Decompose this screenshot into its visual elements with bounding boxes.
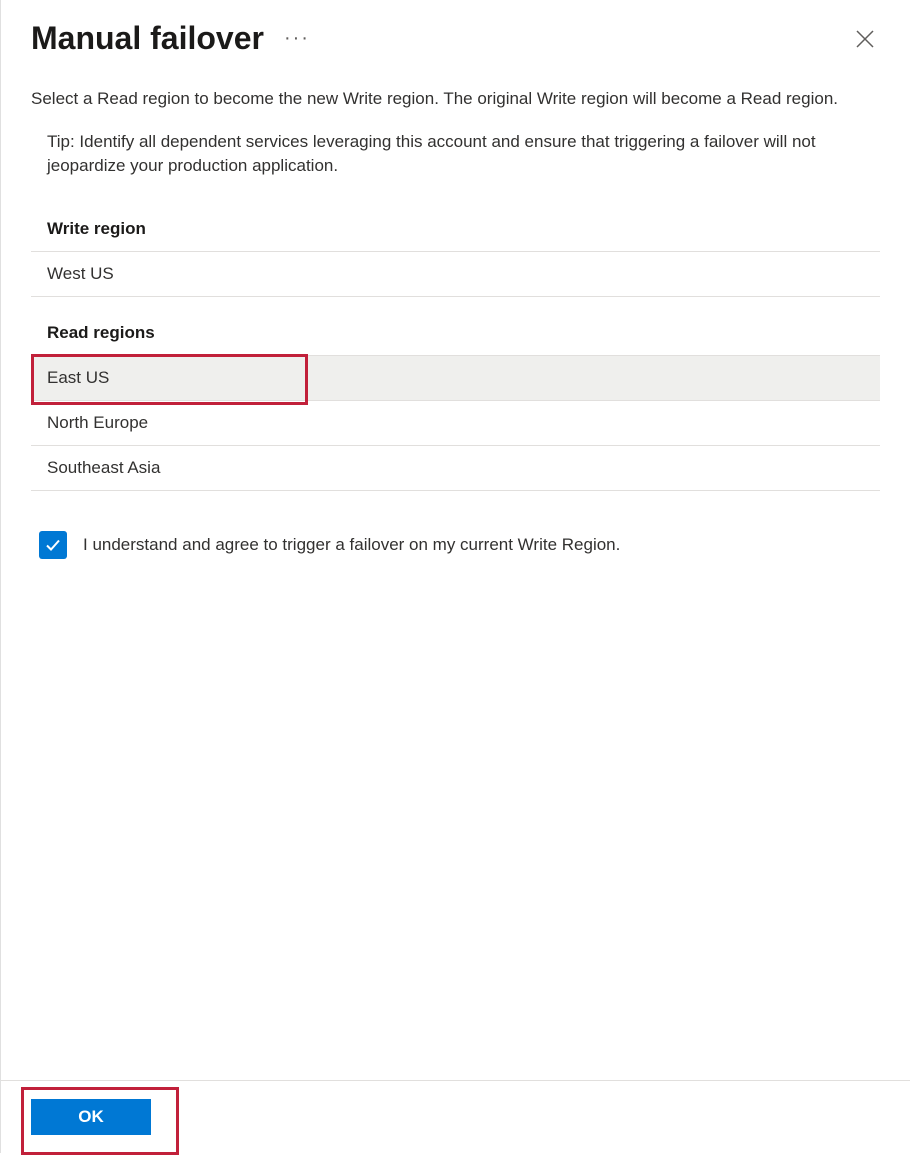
read-region-row[interactable]: Southeast Asia (31, 446, 880, 491)
write-region-row: West US (31, 252, 880, 297)
write-region-heading: Write region (31, 211, 880, 252)
panel-footer: OK (1, 1080, 910, 1153)
read-regions-heading: Read regions (31, 315, 880, 356)
consent-label: I understand and agree to trigger a fail… (83, 535, 620, 555)
read-region-row[interactable]: North Europe (31, 401, 880, 446)
title-wrap: Manual failover ··· (31, 20, 310, 57)
manual-failover-panel: Manual failover ··· Select a Read region… (1, 0, 910, 1153)
read-regions-section: Read regions East USNorth EuropeSoutheas… (31, 315, 880, 531)
write-region-section: Write region West US (31, 211, 880, 297)
intro-text: Select a Read region to become the new W… (31, 87, 880, 112)
panel-header: Manual failover ··· (1, 0, 910, 67)
close-icon (856, 30, 874, 48)
consent-checkbox[interactable] (39, 531, 67, 559)
checkmark-icon (44, 536, 62, 554)
read-regions-list: East USNorth EuropeSoutheast Asia (31, 356, 880, 491)
close-button[interactable] (850, 24, 880, 54)
consent-row: I understand and agree to trigger a fail… (31, 531, 880, 559)
panel-content: Select a Read region to become the new W… (1, 67, 910, 1080)
panel-title: Manual failover (31, 20, 264, 57)
tip-text: Tip: Identify all dependent services lev… (47, 130, 880, 179)
read-region-row[interactable]: East US (31, 356, 880, 401)
more-options-icon[interactable]: ··· (284, 27, 310, 50)
ok-button[interactable]: OK (31, 1099, 151, 1135)
